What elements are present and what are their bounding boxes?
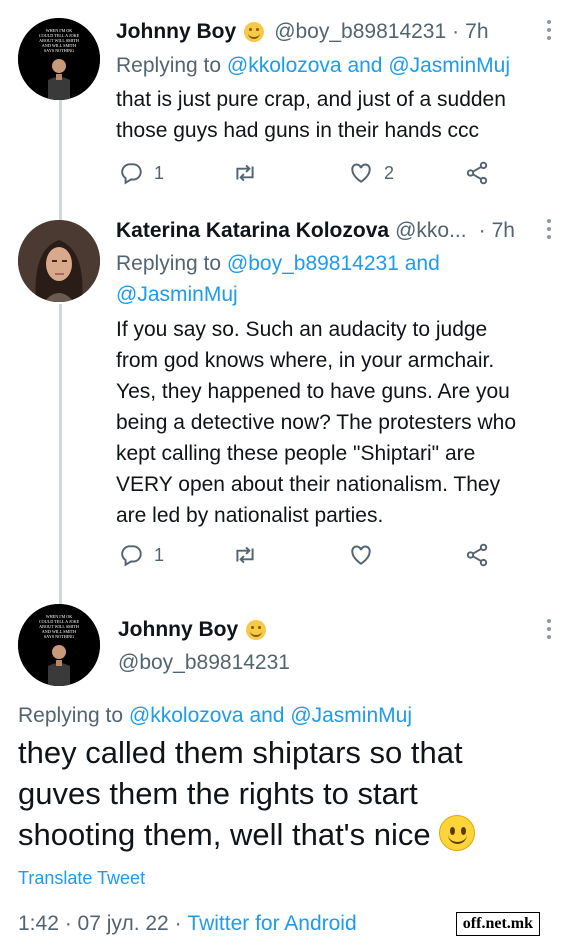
retweet-icon [236,164,254,182]
separator-dot: · [452,20,460,43]
avatar-caption: SAYS NOTHING [44,634,74,639]
replying-to: Replying to @boy_b89814231 and @JasminMu… [116,248,440,310]
reply-count: 1 [154,162,165,183]
tweet-text-line: Yes, they happened to have guns. Are you [116,380,510,403]
replying-to-link[interactable]: @kkolozova and @JasminMuj [227,54,510,77]
tweet-text-line: If you say so. Such an audacity to judge [116,318,488,341]
reply-count: 1 [154,544,165,565]
retweet-button[interactable] [232,160,258,186]
replying-to-label: Replying to [18,704,129,727]
tweet-text: they called them shiptars so that guves … [18,732,558,855]
translate-tweet-link[interactable]: Translate Tweet [18,868,145,889]
avatar-caption: SAYS NOTHING [44,48,74,53]
separator-dot: · [58,912,78,935]
reply-button[interactable]: 1 [118,160,164,186]
retweet-button[interactable] [232,542,258,568]
heart-icon [351,545,371,565]
retweet-icon [236,546,254,564]
like-count: 2 [384,162,395,183]
like-button[interactable] [348,542,374,568]
tweet-text-line: VERY open about their nationalism. They [116,473,501,496]
tweet-header: Johnny Boy @boy_b89814231 · 7h [116,20,489,44]
replying-to-label: Replying to [116,252,227,275]
replying-to: Replying to @kkolozova and @JasminMuj [18,700,412,731]
user-handle[interactable]: @boy_b89814231 [274,20,446,44]
tweet-text-line: are led by nationalist parties. [116,504,384,527]
reply-icon [121,545,142,567]
tweet-text-line: guves them the rights to start [18,776,418,811]
more-icon[interactable] [546,619,552,643]
tweet-text: that is just pure crap, and just of a su… [116,84,506,146]
share-button[interactable] [464,542,490,568]
tweet-date[interactable]: 07 јул. 22 [78,912,169,935]
user-handle[interactable]: @kko... [395,219,467,243]
thread-line [59,304,62,604]
tweet-text-line: shooting them, well that's nice [18,817,431,852]
avatar[interactable]: WHEN I'M OK COULD TELL A JOKE ABOUT WILL… [18,604,100,686]
tweet-time[interactable]: 1:42 [18,912,59,935]
user-handle-row: @boy_b89814231 [118,651,290,675]
tweet-text-line: being a detective now? The protesters wh… [116,411,517,434]
share-icon [466,543,488,567]
tweet-text-line: kept calling these people "Shiptari" are [116,442,476,465]
like-button[interactable]: 2 [348,160,394,186]
user-handle[interactable]: @boy_b89814231 [118,651,290,675]
separator-dot: · [168,912,188,935]
tweet-text-line: they called them shiptars so that [18,735,463,770]
tweet-text-line: that is just pure crap, and just of a su… [116,88,506,111]
avatar[interactable]: WHEN I'M OK COULD TELL A JOKE ABOUT WILL… [18,18,100,100]
more-icon[interactable] [546,219,552,243]
share-icon [466,161,488,185]
tweet-text-line: from god knows where, in your armchair. [116,349,495,372]
display-name[interactable]: Katerina Katarina Kolozova [116,219,389,243]
tweet-text-line: those guys had guns in their hands ccc [116,119,480,142]
thread-line [59,100,62,220]
timestamp[interactable]: 7h [465,20,488,44]
replying-to-link[interactable]: @kkolozova and @JasminMuj [129,704,412,727]
replying-to: Replying to @kkolozova and @JasminMuj [116,50,510,81]
display-name[interactable]: Johnny Boy [118,618,238,642]
reply-button[interactable]: 1 [118,542,164,568]
heart-icon [351,163,371,183]
replying-to-link[interactable]: @JasminMuj [116,283,238,306]
tweet-header: Katerina Katarina Kolozova @kko... · 7h [116,219,515,243]
share-button[interactable] [464,160,490,186]
tweet-header: Johnny Boy [118,618,276,642]
watermark: off.net.mk [455,912,540,936]
replying-to-link[interactable]: @boy_b89814231 and [227,252,440,275]
reply-icon [121,163,142,185]
tweet-actions: 1 [118,542,498,572]
emoji-badge-icon [244,22,265,42]
tweet-actions: 1 2 [118,160,498,190]
replying-to-label: Replying to [116,54,227,77]
display-name[interactable]: Johnny Boy [116,20,236,44]
smiley-emoji-icon [438,815,475,851]
avatar[interactable] [18,220,100,302]
tweet-source-link[interactable]: Twitter for Android [187,912,356,935]
separator-dot: · [478,219,486,242]
more-icon[interactable] [546,20,552,44]
tweet-footer-meta: 1:42 · 07 јул. 22 · Twitter for Android [18,912,357,936]
emoji-badge-icon [246,620,267,640]
timestamp[interactable]: 7h [492,219,515,243]
tweet-text: If you say so. Such an audacity to judge… [116,314,516,531]
